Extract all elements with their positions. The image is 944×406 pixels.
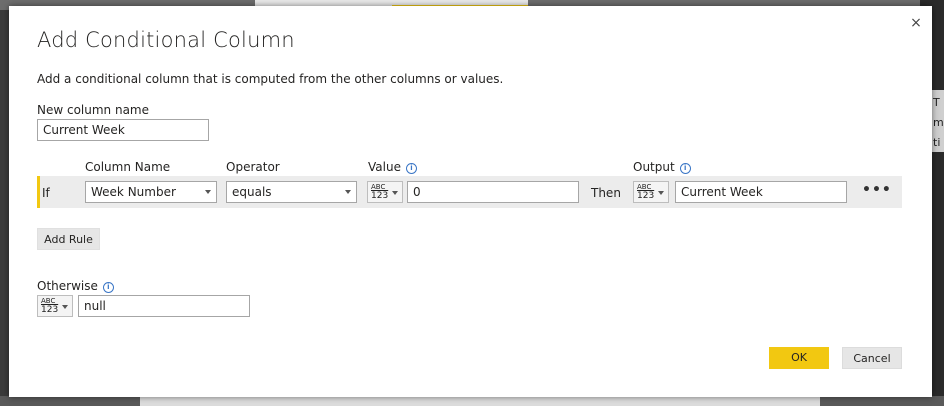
info-icon[interactable]: i [102, 282, 114, 293]
header-operator: Operator [226, 160, 280, 174]
info-icon[interactable]: i [405, 163, 417, 174]
abc-123-icon: ABC 123 [41, 297, 59, 315]
chevron-down-icon [658, 191, 664, 195]
abc-123-icon: ABC 123 [371, 183, 389, 201]
chevron-down-icon [345, 190, 351, 194]
chevron-down-icon [205, 190, 211, 194]
dialog-description: Add a conditional column that is compute… [37, 72, 504, 86]
value-input[interactable]: 0 [407, 181, 579, 203]
output-input[interactable]: Current Week [675, 181, 847, 203]
dialog-title: Add Conditional Column [37, 28, 295, 52]
cancel-button[interactable]: Cancel [842, 347, 902, 369]
abc-123-icon: ABC 123 [637, 183, 655, 201]
header-value: Value i [368, 160, 417, 174]
otherwise-type-selector[interactable]: ABC 123 [37, 295, 73, 317]
operator-dropdown[interactable]: equals [226, 181, 357, 203]
type-glyph-line2: 123 [41, 305, 59, 315]
type-glyph-line2: 123 [637, 191, 655, 201]
otherwise-label-text: Otherwise [37, 279, 98, 293]
chevron-down-icon [62, 305, 68, 309]
header-output-label: Output [633, 160, 675, 174]
otherwise-input[interactable]: null [78, 295, 250, 317]
background-text: T [933, 96, 940, 109]
background-text: ti [933, 136, 941, 149]
operator-value: equals [232, 185, 272, 199]
column-name-value: Week Number [91, 185, 176, 199]
header-output: Output i [633, 160, 691, 174]
new-column-name-input[interactable]: Current Week [37, 119, 209, 141]
add-conditional-column-dialog: × Add Conditional Column Add a condition… [9, 6, 932, 397]
info-icon[interactable]: i [679, 163, 691, 174]
more-options-icon[interactable]: ••• [862, 183, 892, 197]
type-glyph-line2: 123 [371, 191, 389, 201]
rule-row: If Week Number equals ABC 123 0 Then ABC… [37, 176, 902, 208]
output-type-selector[interactable]: ABC 123 [633, 181, 669, 203]
value-type-selector[interactable]: ABC 123 [367, 181, 403, 203]
header-column-name: Column Name [85, 160, 171, 174]
header-value-label: Value [368, 160, 401, 174]
otherwise-label: Otherwise i [37, 279, 114, 293]
chevron-down-icon [392, 191, 398, 195]
ok-button[interactable]: OK [769, 347, 829, 369]
column-name-dropdown[interactable]: Week Number [85, 181, 217, 203]
close-icon[interactable]: × [907, 14, 925, 32]
background-footer-strip [140, 396, 820, 406]
new-column-name-label: New column name [37, 103, 150, 117]
then-keyword: Then [591, 186, 621, 200]
background-text: m [933, 116, 944, 129]
add-rule-button[interactable]: Add Rule [37, 228, 100, 250]
if-keyword: If [42, 186, 50, 200]
rule-accent-bar [37, 176, 40, 208]
